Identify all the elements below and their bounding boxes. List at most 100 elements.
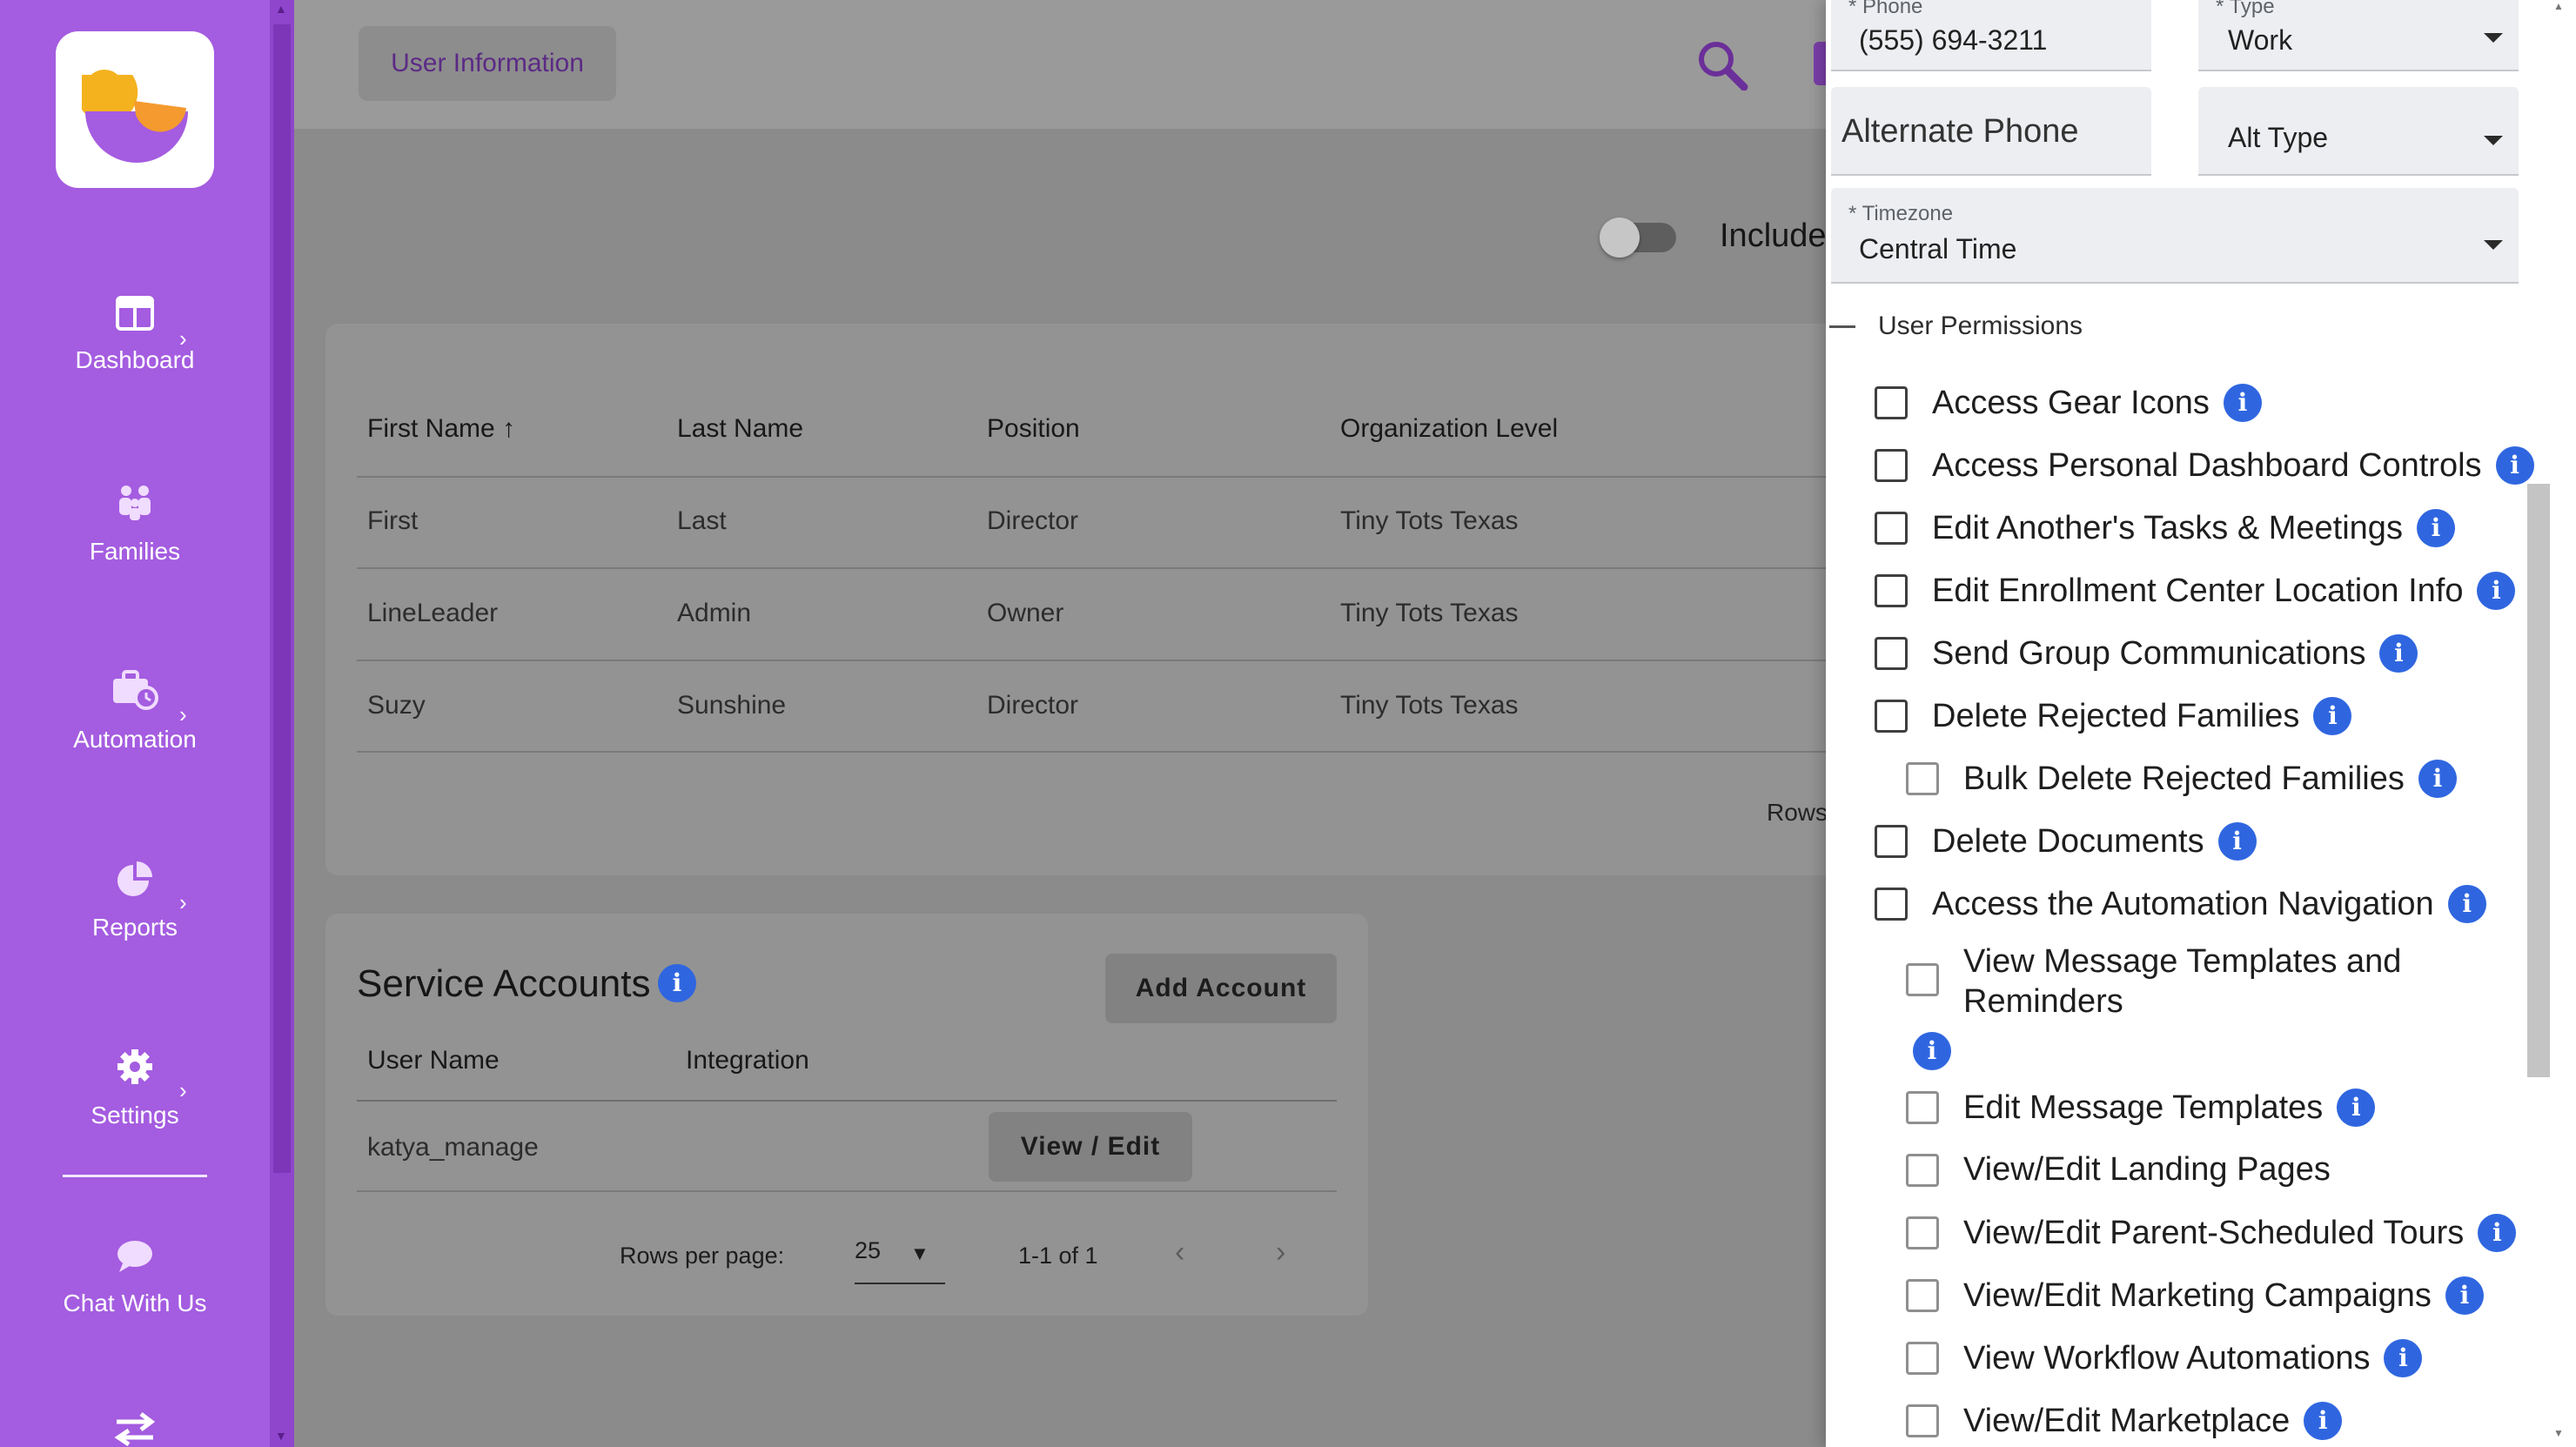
search-icon[interactable]: [1695, 38, 1749, 95]
table-cell[interactable]: Admin: [677, 599, 751, 628]
info-icon[interactable]: i: [1913, 1032, 1951, 1070]
permission-delete-documents[interactable]: Delete Documents i: [1875, 822, 2257, 861]
swap-arrows-icon[interactable]: [113, 1411, 157, 1447]
table-cell[interactable]: LineLeader: [367, 599, 498, 628]
table-cell[interactable]: Last: [677, 506, 727, 536]
checkbox[interactable]: [1906, 1342, 1939, 1375]
checkbox[interactable]: [1906, 963, 1939, 996]
column-header-position[interactable]: Position: [987, 414, 1080, 444]
sidebar-item-reports[interactable]: Reports: [0, 860, 270, 941]
checkbox[interactable]: [1875, 386, 1908, 419]
sidebar-item-chat[interactable]: Chat With Us: [0, 1239, 270, 1317]
table-cell[interactable]: Tiny Tots Texas: [1340, 599, 1519, 628]
checkbox[interactable]: [1906, 1153, 1939, 1187]
sidebar-item-families[interactable]: Families: [0, 484, 270, 566]
permission-edit-enrollment-center-location[interactable]: Edit Enrollment Center Location Info i: [1875, 572, 2516, 610]
checkbox[interactable]: [1875, 449, 1908, 482]
permission-delete-rejected-families[interactable]: Delete Rejected Families i: [1875, 697, 2352, 735]
checkbox[interactable]: [1906, 1404, 1939, 1437]
info-icon[interactable]: i: [2223, 384, 2262, 422]
column-header-user-name[interactable]: User Name: [367, 1046, 500, 1075]
permission-view-workflow-automations[interactable]: View Workflow Automations i: [1906, 1339, 2423, 1377]
info-icon[interactable]: i: [2337, 1089, 2376, 1127]
permission-view-edit-landing-pages[interactable]: View/Edit Landing Pages: [1906, 1151, 2331, 1189]
info-icon[interactable]: i: [2313, 697, 2352, 735]
collapse-icon[interactable]: [1829, 325, 1855, 328]
column-header-integration[interactable]: Integration: [686, 1046, 809, 1075]
sidebar-scrollbar-thumb[interactable]: [273, 24, 291, 1173]
chevron-right-icon[interactable]: ›: [1276, 1236, 1285, 1269]
checkbox[interactable]: [1875, 888, 1908, 921]
drawer-scrollbar-thumb[interactable]: [2527, 484, 2550, 1077]
column-header-organization-level[interactable]: Organization Level: [1340, 414, 1558, 444]
scroll-up-icon[interactable]: ▲: [275, 2, 287, 16]
service-accounts-title: Service Accounts: [357, 962, 651, 1005]
permission-send-group-communications[interactable]: Send Group Communications i: [1875, 634, 2418, 673]
app-logo[interactable]: [56, 31, 214, 188]
permission-label: Access Gear Icons: [1932, 384, 2210, 421]
caret-down-icon[interactable]: [2484, 33, 2503, 43]
checkbox[interactable]: [1875, 637, 1908, 670]
rows-per-page-select[interactable]: 25: [855, 1237, 881, 1264]
table-cell[interactable]: Owner: [987, 599, 1063, 628]
timezone-value: Central Time: [1859, 233, 2017, 265]
table-cell[interactable]: Director: [987, 691, 1078, 720]
permission-view-message-templates[interactable]: [1906, 963, 1939, 996]
permission-view-edit-marketplace[interactable]: View/Edit Marketplace i: [1906, 1402, 2343, 1440]
breadcrumb[interactable]: User Information: [359, 26, 616, 101]
checkbox[interactable]: [1875, 574, 1908, 607]
info-icon[interactable]: i: [2304, 1402, 2343, 1440]
permission-access-gear-icons[interactable]: Access Gear Icons i: [1875, 384, 2262, 422]
info-icon[interactable]: i: [2478, 1214, 2517, 1252]
info-icon[interactable]: i: [2379, 634, 2418, 673]
table-cell[interactable]: katya_manage: [367, 1133, 539, 1162]
view-edit-button[interactable]: View / Edit: [989, 1112, 1192, 1182]
info-icon[interactable]: i: [2418, 760, 2457, 798]
permission-edit-anothers-tasks[interactable]: Edit Another's Tasks & Meetings i: [1875, 509, 2455, 547]
permission-view-edit-parent-scheduled-tours[interactable]: View/Edit Parent-Scheduled Tours i: [1906, 1214, 2517, 1252]
checkbox[interactable]: [1906, 762, 1939, 795]
sidebar-item-settings[interactable]: Settings: [0, 1048, 270, 1129]
info-icon[interactable]: i: [2447, 885, 2486, 923]
info-icon[interactable]: i: [2445, 1276, 2484, 1315]
add-account-button[interactable]: Add Account: [1105, 954, 1337, 1023]
chevron-left-icon[interactable]: ‹: [1175, 1236, 1184, 1269]
scroll-down-icon[interactable]: ▼: [275, 1429, 287, 1443]
permission-access-personal-dashboard-controls[interactable]: Access Personal Dashboard Controls i: [1875, 446, 2534, 485]
column-header-first-name[interactable]: First Name ↑: [367, 414, 515, 444]
checkbox[interactable]: [1906, 1216, 1939, 1249]
sidebar-item-automation[interactable]: Automation: [0, 670, 270, 754]
caret-down-icon[interactable]: [2484, 240, 2503, 250]
table-cell[interactable]: Director: [987, 506, 1078, 536]
include-toggle-knob[interactable]: [1600, 218, 1640, 258]
table-cell[interactable]: Tiny Tots Texas: [1340, 506, 1519, 536]
sidebar-item-label: Settings: [91, 1102, 179, 1129]
checkbox[interactable]: [1906, 1279, 1939, 1312]
table-cell[interactable]: Sunshine: [677, 691, 786, 720]
info-icon[interactable]: i: [658, 964, 696, 1002]
checkbox[interactable]: [1906, 1091, 1939, 1124]
scroll-down-icon[interactable]: ▼: [2553, 1427, 2564, 1439]
info-icon[interactable]: i: [2495, 446, 2534, 485]
chevron-right-icon: ›: [179, 701, 187, 727]
caret-down-icon[interactable]: [2484, 136, 2503, 145]
checkbox[interactable]: [1875, 825, 1908, 858]
table-cell[interactable]: Tiny Tots Texas: [1340, 691, 1519, 720]
info-icon[interactable]: i: [2384, 1339, 2423, 1377]
column-header-last-name[interactable]: Last Name: [677, 414, 803, 444]
scroll-up-icon[interactable]: ▲: [2553, 0, 2564, 12]
table-cell[interactable]: First: [367, 506, 418, 536]
table-cell[interactable]: Suzy: [367, 691, 426, 720]
info-icon[interactable]: i: [2477, 572, 2516, 610]
permission-access-automation-navigation[interactable]: Access the Automation Navigation i: [1875, 885, 2486, 923]
sidebar-item-dashboard[interactable]: Dashboard: [0, 296, 270, 374]
caret-down-icon[interactable]: ▼: [910, 1243, 929, 1265]
rows-per-page-label: Rows per page:: [620, 1243, 785, 1269]
checkbox[interactable]: [1875, 512, 1908, 545]
permission-edit-message-templates[interactable]: Edit Message Templates i: [1906, 1089, 2376, 1127]
info-icon[interactable]: i: [2416, 509, 2455, 547]
checkbox[interactable]: [1875, 700, 1908, 733]
permission-bulk-delete-rejected-families[interactable]: Bulk Delete Rejected Families i: [1906, 760, 2457, 798]
permission-view-edit-marketing-campaigns[interactable]: View/Edit Marketing Campaigns i: [1906, 1276, 2484, 1315]
info-icon[interactable]: i: [2217, 822, 2257, 861]
